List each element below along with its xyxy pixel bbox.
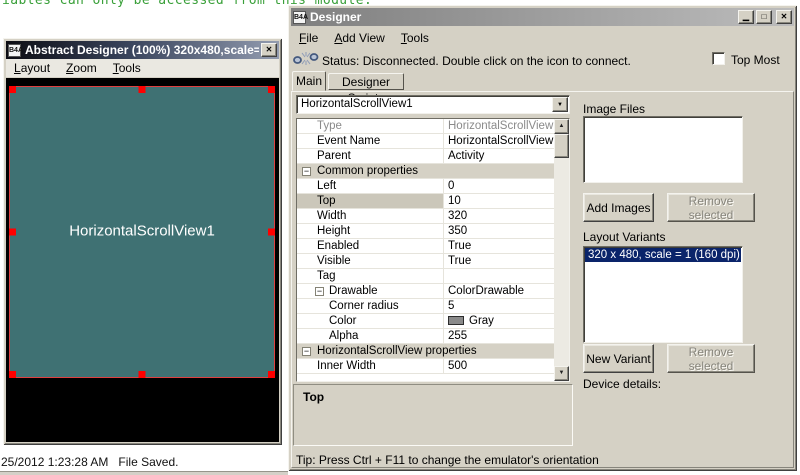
property-row[interactable]: Event Name HorizontalScrollView1 [297, 134, 554, 149]
property-grid: Type HorizontalScrollView Event Name Hor… [296, 118, 570, 382]
property-row[interactable]: Enabled True [297, 239, 554, 254]
menu-file[interactable]: File [291, 29, 326, 47]
layout-variants-label: Layout Variants [583, 230, 666, 244]
designer-menubar: File Add View Tools [291, 29, 794, 47]
abstract-designer-menubar: Layout Zoom Tools [6, 59, 279, 77]
combobox-value: HorizontalScrollView1 [301, 98, 413, 110]
tab-designer-scripts[interactable]: Designer Scripts [328, 73, 404, 90]
designer-window: B4A Designer ▁ □ ✕ File Add View Tools S… [288, 5, 797, 471]
top-most-label: Top Most [731, 53, 780, 67]
screen: { "background": { "code_text": "iables c… [0, 0, 800, 475]
remove-images-button: Remove selected [667, 193, 755, 222]
resize-handle-top-center[interactable] [139, 86, 146, 93]
image-files-label: Image Files [583, 102, 645, 116]
b4a-logo-icon: B4A [8, 44, 21, 57]
grid-scrollbar[interactable]: ▲ ▼ [554, 119, 569, 381]
disconnected-link-icon[interactable] [293, 50, 319, 67]
top-most-checkbox[interactable] [712, 52, 725, 65]
menu-tools[interactable]: Tools [393, 29, 437, 47]
collapse-icon[interactable]: − [315, 287, 324, 296]
collapse-icon[interactable]: − [302, 347, 311, 356]
view-label: HorizontalScrollView1 [10, 223, 274, 240]
ide-bottom-strip [0, 471, 288, 475]
b4a-logo-icon: B4A [293, 11, 306, 24]
menu-zoom[interactable]: Zoom [58, 59, 105, 77]
add-images-button[interactable]: Add Images [583, 193, 654, 222]
image-files-listbox[interactable] [583, 116, 743, 183]
property-row-color[interactable]: Color Gray [297, 314, 554, 329]
resize-handle-middle-left[interactable] [9, 229, 16, 236]
property-description-panel: Top [293, 384, 573, 446]
status-text: Status: Disconnected. Double click on th… [322, 54, 631, 68]
resize-handle-bottom-left[interactable] [9, 371, 16, 378]
property-row[interactable]: Left 0 [297, 179, 554, 194]
layout-variant-item-selected[interactable]: 320 x 480, scale = 1 (160 dpi) [585, 248, 741, 262]
scrollbar-thumb[interactable] [554, 134, 569, 158]
property-row-drawable[interactable]: − Drawable ColorDrawable [297, 284, 554, 299]
property-row[interactable]: Width 320 [297, 209, 554, 224]
abstract-designer-window: B4A Abstract Designer (100%) 320x480,sca… [3, 38, 282, 445]
maximize-icon[interactable]: □ [756, 10, 772, 24]
property-row[interactable]: Visible True [297, 254, 554, 269]
property-row-selected[interactable]: Top 10 [297, 194, 554, 209]
layout-variants-listbox[interactable]: 320 x 480, scale = 1 (160 dpi) [583, 246, 743, 343]
device-details-label: Device details: [583, 377, 661, 391]
resize-handle-bottom-center[interactable] [139, 371, 146, 378]
ide-status-text: 25/2012 1:23:28 AM File Saved. [1, 455, 178, 469]
property-row[interactable]: Inner Width 500 [297, 359, 554, 374]
property-row[interactable]: Tag [297, 269, 554, 284]
resize-handle-top-right[interactable] [268, 86, 275, 93]
resize-handle-bottom-right[interactable] [268, 371, 275, 378]
property-row[interactable]: Type HorizontalScrollView [297, 119, 554, 134]
remove-variant-button: Remove selected [667, 344, 755, 373]
view-selector-combobox[interactable]: HorizontalScrollView1 ▼ [296, 95, 570, 114]
close-icon[interactable]: ✕ [776, 10, 792, 24]
property-category-row[interactable]: − Common properties [297, 164, 554, 179]
resize-handle-top-left[interactable] [9, 86, 16, 93]
color-swatch [448, 316, 464, 325]
abstract-designer-titlebar[interactable]: B4A Abstract Designer (100%) 320x480,sca… [6, 41, 279, 59]
tip-text: Tip: Press Ctrl + F11 to change the emul… [296, 453, 599, 467]
minimize-icon[interactable]: ▁ [738, 10, 754, 24]
scroll-up-icon[interactable]: ▲ [554, 119, 569, 134]
property-category-row[interactable]: − HorizontalScrollView properties [297, 344, 554, 359]
scroll-down-icon[interactable]: ▼ [554, 366, 569, 381]
chevron-down-icon[interactable]: ▼ [552, 97, 568, 112]
close-icon[interactable]: ✕ [261, 43, 277, 57]
designer-canvas[interactable]: HorizontalScrollView1 [6, 78, 279, 442]
abstract-designer-title: Abstract Designer (100%) 320x480,scale=1 [25, 43, 259, 57]
menu-add-view[interactable]: Add View [326, 29, 393, 47]
property-row[interactable]: Height 350 [297, 224, 554, 239]
property-row[interactable]: Alpha 255 [297, 329, 554, 344]
property-row[interactable]: Corner radius 5 [297, 299, 554, 314]
new-variant-button[interactable]: New Variant [583, 344, 654, 373]
tab-main[interactable]: Main [292, 71, 326, 91]
resize-handle-middle-right[interactable] [268, 229, 275, 236]
collapse-icon[interactable]: − [302, 167, 311, 176]
menu-tools[interactable]: Tools [105, 59, 149, 77]
property-row[interactable]: Parent Activity [297, 149, 554, 164]
designer-titlebar[interactable]: B4A Designer ▁ □ ✕ [291, 8, 794, 26]
property-description-title: Top [303, 390, 324, 404]
designer-title: Designer [310, 10, 736, 24]
menu-layout[interactable]: Layout [6, 59, 58, 77]
horizontalscrollview-widget[interactable]: HorizontalScrollView1 [9, 86, 275, 378]
